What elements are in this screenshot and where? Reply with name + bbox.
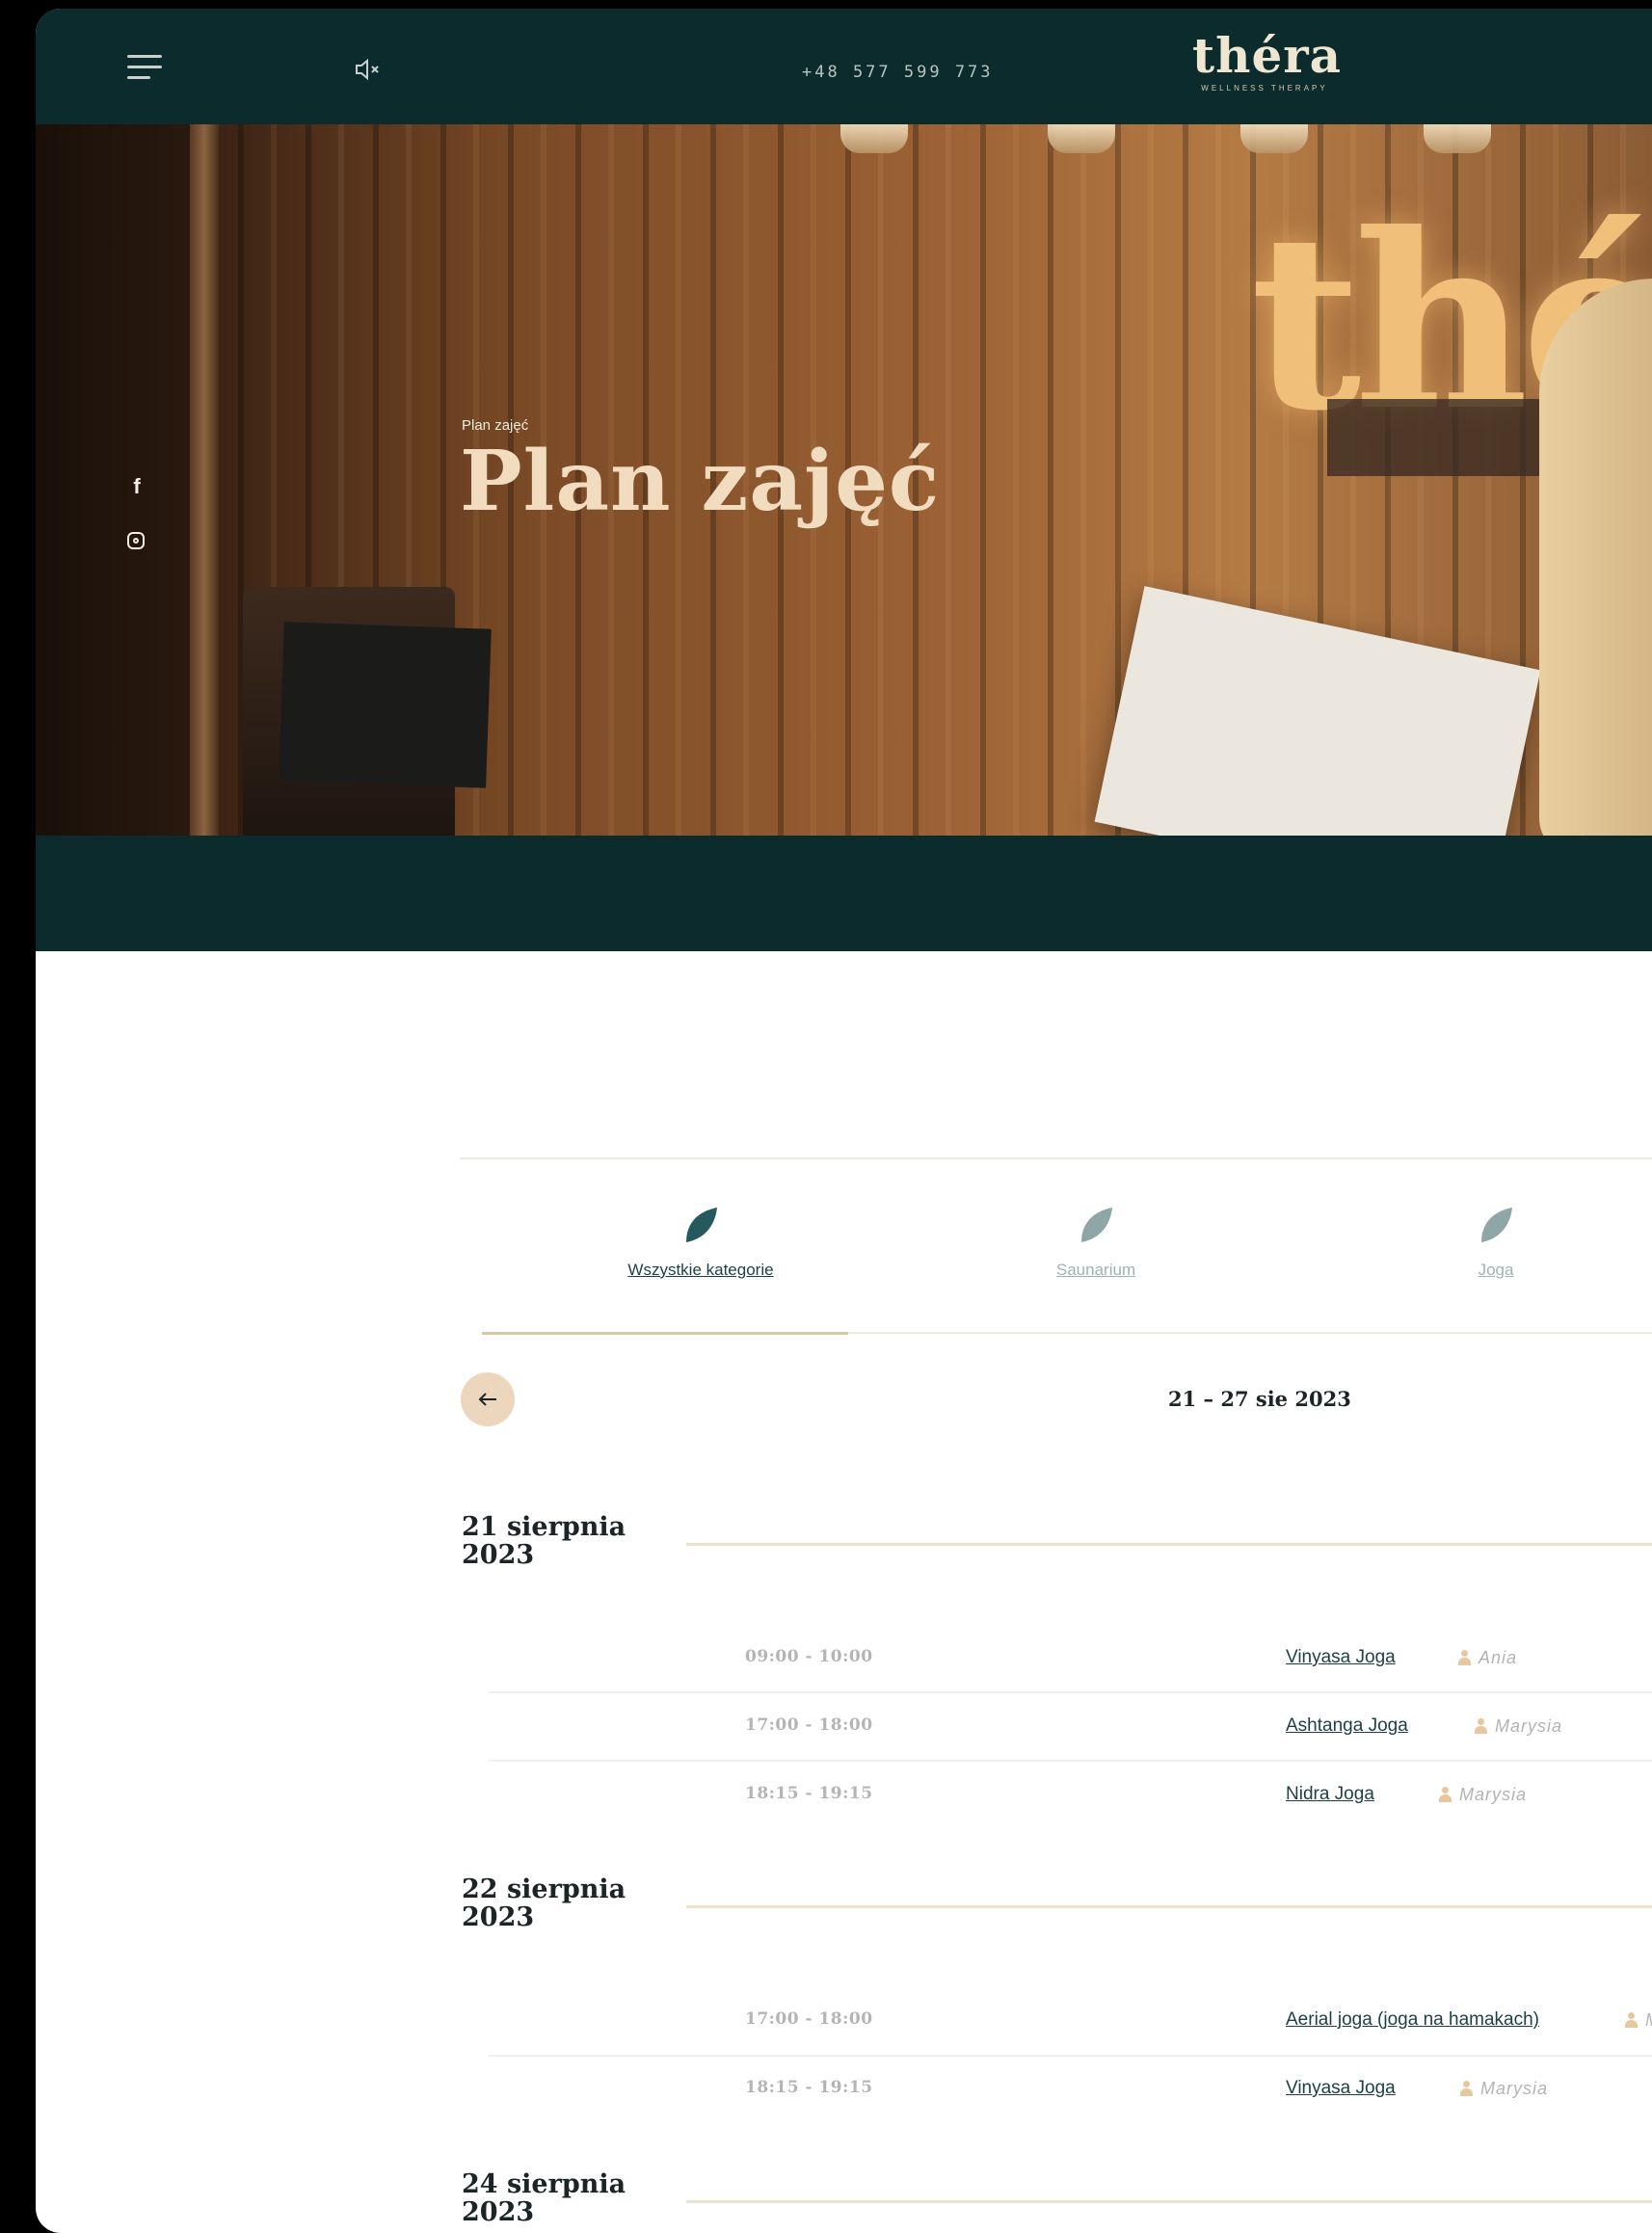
active-tab-indicator (482, 1332, 848, 1335)
day-heading-date: 21 sierpnia (462, 1512, 626, 1542)
breadcrumb[interactable]: Plan zajęć (462, 417, 528, 434)
lamp-shade (1240, 124, 1308, 153)
session-class-link[interactable]: Vinyasa Joga (1286, 1647, 1396, 1668)
session-instructor: Ania (1457, 1648, 1517, 1668)
session-instructor: Marysia (1459, 2079, 1548, 2099)
lamp-shade (1048, 124, 1115, 153)
week-range: 21 – 27 sie 2023 (1168, 1387, 1351, 1411)
session-class-link[interactable]: Ashtanga Joga (1286, 1715, 1408, 1737)
session-time: 18:15 - 19:15 (745, 1784, 873, 1803)
tab-label: Wszystkie kategorie (627, 1261, 774, 1279)
logo-wordmark: théra (1192, 27, 1342, 84)
session-instructor: Ma (1624, 2010, 1652, 2031)
person-hair (1539, 279, 1652, 836)
facebook-icon[interactable]: f (124, 474, 149, 499)
tab-saunarium[interactable]: Saunarium (999, 1204, 1192, 1280)
phone-number[interactable]: +48 577 599 773 (802, 63, 994, 82)
session-class-link[interactable]: Vinyasa Joga (1286, 2078, 1396, 2099)
person-icon (1474, 1718, 1487, 1734)
session-time: 18:15 - 19:15 (745, 2078, 873, 2097)
tab-label: Saunarium (1055, 1261, 1136, 1279)
hero-banner: thé Plan zajęć Plan zajęć f (36, 124, 1652, 836)
site-logo[interactable]: théra WELLNESS THERAPY (1192, 27, 1342, 93)
row-divider (489, 1760, 1652, 1762)
browser-frame: +48 577 599 773 théra WELLNESS THERAPY t… (36, 9, 1652, 2233)
site-header: +48 577 599 773 théra WELLNESS THERAPY (36, 9, 1652, 124)
session-class-link[interactable]: Aerial joga (joga na hamakach) (1286, 2009, 1539, 2031)
speaker-muted-icon[interactable] (354, 57, 383, 82)
day-divider (686, 1543, 1652, 1546)
hero-post (190, 124, 219, 836)
row-divider (489, 1691, 1652, 1693)
day-heading-date: 24 sierpnia (462, 2169, 626, 2199)
day-heading: 21 sierpnia 2023 (462, 1513, 654, 1569)
day-heading: 24 sierpnia 2023 (462, 2170, 654, 2226)
tab-label: Joga (1478, 1261, 1514, 1279)
row-divider (489, 2055, 1652, 2057)
hamburger-icon[interactable] (127, 55, 162, 82)
session-instructor: Marysia (1474, 1716, 1562, 1737)
day-divider (686, 1905, 1652, 1908)
day-heading-date: 22 sierpnia (462, 1874, 626, 1904)
divider (460, 1157, 1652, 1159)
day-heading-year: 2023 (462, 1540, 535, 1570)
session-time: 17:00 - 18:00 (745, 1715, 873, 1735)
leaf-icon (1081, 1208, 1112, 1242)
session-instructor: Marysia (1438, 1785, 1527, 1805)
instructor-name: Ma (1645, 2010, 1652, 2030)
day-heading-year: 2023 (462, 2197, 535, 2227)
instructor-name: Ania (1479, 1648, 1518, 1667)
person-icon (1438, 1787, 1452, 1802)
instructor-name: Marysia (1459, 1785, 1528, 1804)
leaf-icon (1481, 1208, 1512, 1242)
tab-joga[interactable]: Joga (1414, 1204, 1578, 1280)
instructor-name: Marysia (1480, 2079, 1549, 2098)
session-time: 09:00 - 10:00 (745, 1647, 873, 1666)
hero-bottom-band (36, 836, 1652, 951)
instructor-name: Marysia (1495, 1716, 1563, 1736)
open-menu (1094, 586, 1541, 836)
prev-week-button[interactable] (461, 1372, 515, 1426)
session-time: 17:00 - 18:00 (745, 2009, 873, 2029)
leaf-icon (686, 1208, 717, 1242)
person-icon (1457, 1650, 1471, 1665)
instagram-icon[interactable] (124, 529, 149, 554)
lamp-shade (840, 124, 908, 153)
page-title: Plan zajęć (460, 433, 941, 530)
session-class-link[interactable]: Nidra Joga (1286, 1784, 1374, 1805)
logo-tagline: WELLNESS THERAPY (1201, 84, 1328, 93)
day-heading: 22 sierpnia 2023 (462, 1875, 654, 1931)
menu-book (279, 622, 492, 788)
tab-all-categories[interactable]: Wszystkie kategorie (575, 1204, 826, 1280)
person-icon (1624, 2012, 1638, 2028)
day-divider (686, 2200, 1652, 2203)
lamp-shade (1424, 124, 1491, 153)
arrow-left-icon (478, 1393, 496, 1406)
day-heading-year: 2023 (462, 1902, 535, 1932)
person-icon (1459, 2081, 1473, 2096)
